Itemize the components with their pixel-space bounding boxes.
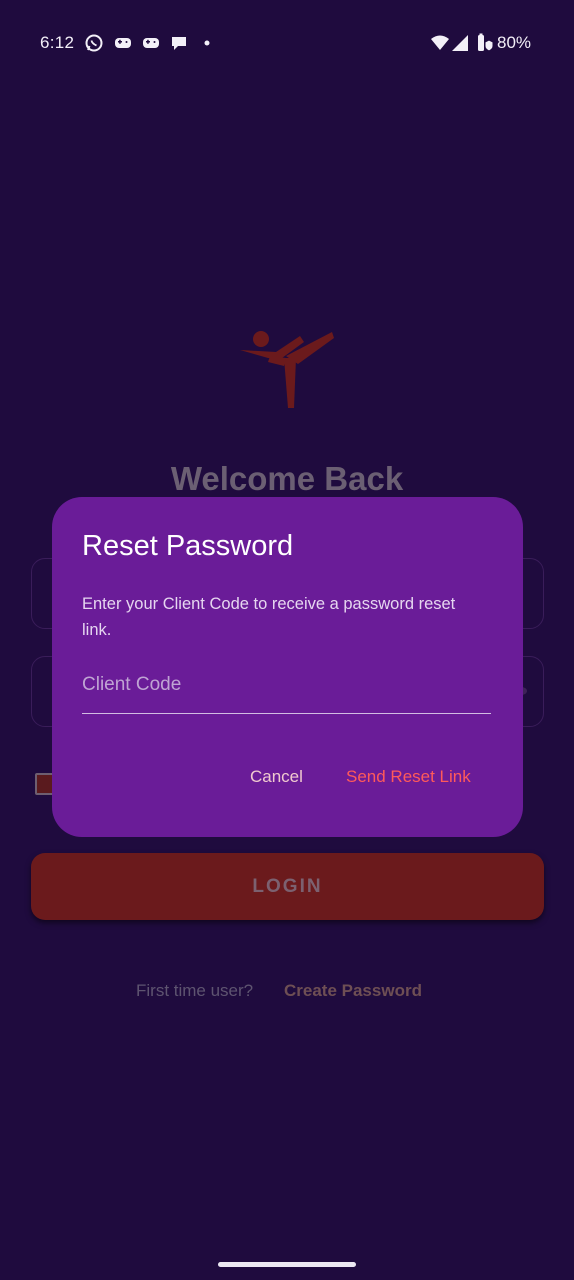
game-controller-icon: [143, 38, 159, 48]
reset-password-dialog: Reset Password Enter your Client Code to…: [52, 497, 523, 837]
login-button[interactable]: LOGIN: [31, 853, 544, 920]
dialog-title: Reset Password: [82, 530, 294, 562]
client-code-input[interactable]: Client Code: [82, 665, 491, 714]
status-bar: 6:12 80%: [0, 0, 574, 88]
dot-icon: [204, 40, 210, 46]
first-time-user-text: First time user?: [136, 981, 254, 1000]
chat-bubble-icon: [172, 37, 186, 50]
battery-percentage: 80%: [497, 33, 532, 52]
send-reset-link-button[interactable]: Send Reset Link: [346, 767, 471, 787]
home-indicator[interactable]: [218, 1262, 356, 1267]
dialog-description: Enter your Client Code to receive a pass…: [82, 595, 456, 639]
signal-icon: [452, 35, 468, 51]
martial-arts-logo: [240, 331, 334, 408]
client-code-placeholder: Client Code: [82, 674, 182, 695]
create-password-link[interactable]: Create Password: [284, 981, 422, 1001]
wifi-icon: [431, 35, 449, 50]
whatsapp-icon: [85, 34, 103, 52]
cancel-button[interactable]: Cancel: [250, 767, 303, 787]
status-time: 6:12: [40, 33, 75, 52]
battery-saver-icon: [478, 33, 494, 52]
game-controller-icon: [115, 38, 131, 48]
welcome-title: Welcome Back: [170, 460, 404, 497]
